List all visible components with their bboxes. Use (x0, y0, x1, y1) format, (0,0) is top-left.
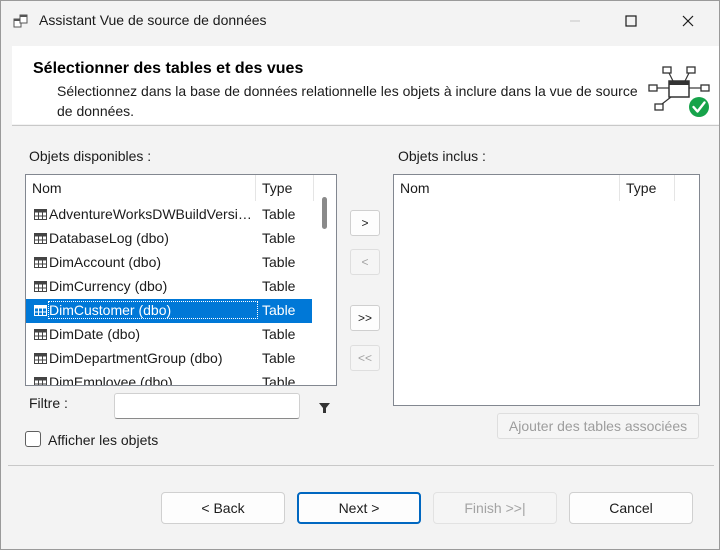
included-objects-label: Objets inclus : (398, 148, 486, 164)
object-name: DimDate (dbo) (49, 326, 141, 342)
filter-label: Filtre : (29, 395, 68, 411)
column-header-name[interactable]: Nom (394, 175, 620, 201)
table-icon (34, 257, 47, 268)
object-type: Table (262, 374, 296, 386)
object-type: Table (262, 326, 296, 342)
object-name: AdventureWorksDWBuildVersion (dbo) (49, 206, 257, 222)
available-objects-label: Objets disponibles : (29, 148, 152, 164)
minimize-button[interactable] (548, 1, 602, 41)
minimize-icon (570, 20, 580, 22)
object-type: Table (262, 350, 296, 366)
show-system-objects-label[interactable]: Afficher les objets (48, 432, 158, 448)
object-type: Table (262, 206, 296, 222)
object-name: DimDepartmentGroup (dbo) (49, 350, 223, 366)
add-selected-button[interactable]: > (350, 210, 380, 236)
list-item[interactable]: AdventureWorksDWBuildVersion (dbo) Table (26, 203, 312, 227)
list-item[interactable]: DimDate (dbo) Table (26, 323, 312, 347)
datasource-view-icon (13, 14, 28, 28)
list-item[interactable]: DatabaseLog (dbo) Table (26, 227, 312, 251)
maximize-icon (625, 15, 637, 27)
network-check-icon (648, 66, 710, 117)
object-name: DimEmployee (dbo) (49, 374, 173, 386)
maximize-button[interactable] (604, 1, 658, 41)
table-icon (34, 353, 47, 364)
object-type: Table (262, 254, 296, 270)
table-icon (34, 305, 47, 316)
column-header-type[interactable]: Type (620, 175, 675, 201)
funnel-icon[interactable] (319, 403, 330, 413)
list-item-selected[interactable]: DimCustomer (dbo) Table (26, 299, 312, 323)
finish-button[interactable]: Finish >>| (433, 492, 557, 524)
list-item[interactable]: DimAccount (dbo) Table (26, 251, 312, 275)
vertical-scrollbar[interactable] (316, 175, 332, 383)
table-icon (34, 329, 47, 340)
scrollbar-thumb[interactable] (322, 197, 327, 229)
footer-divider (8, 465, 714, 466)
object-type: Table (262, 278, 296, 294)
cancel-button[interactable]: Cancel (569, 492, 693, 524)
close-icon (682, 15, 694, 27)
object-name: DimAccount (dbo) (49, 254, 162, 270)
object-type: Table (262, 302, 296, 318)
title-bar[interactable]: Assistant Vue de source de données (1, 1, 719, 41)
table-icon (34, 281, 47, 292)
next-button[interactable]: Next > (297, 492, 421, 524)
header-banner: Sélectionner des tables et des vues Séle… (12, 46, 719, 124)
window-title: Assistant Vue de source de données (39, 12, 267, 28)
column-header-name[interactable]: Nom (26, 175, 256, 201)
column-header-type[interactable]: Type (256, 175, 314, 201)
object-name: DimCustomer (dbo) (48, 301, 258, 319)
table-icon (34, 377, 47, 385)
add-related-tables-button[interactable]: Ajouter des tables associées (497, 413, 699, 439)
list-item[interactable]: DimDepartmentGroup (dbo) Table (26, 347, 312, 371)
table-icon (34, 209, 47, 220)
page-description: Sélectionnez dans la base de données rel… (57, 83, 638, 119)
available-objects-list[interactable]: Nom Type AdventureWorksDWBuildVersion (d… (25, 174, 337, 386)
show-system-objects-checkbox[interactable] (25, 431, 41, 447)
close-button[interactable] (661, 1, 715, 41)
add-all-button[interactable]: >> (350, 305, 380, 331)
page-title: Sélectionner des tables et des vues (33, 60, 304, 77)
remove-all-button[interactable]: << (350, 345, 380, 371)
object-name: DatabaseLog (dbo) (49, 230, 169, 246)
remove-selected-button[interactable]: < (350, 249, 380, 275)
header-divider (12, 125, 719, 126)
list-item[interactable]: DimEmployee (dbo) Table (26, 371, 312, 386)
included-objects-list[interactable]: Nom Type (393, 174, 700, 406)
back-button[interactable]: < Back (161, 492, 285, 524)
filter-input[interactable] (114, 393, 300, 419)
table-icon (34, 233, 47, 244)
object-type: Table (262, 230, 296, 246)
object-name: DimCurrency (dbo) (49, 278, 168, 294)
list-item[interactable]: DimCurrency (dbo) Table (26, 275, 312, 299)
wizard-window: Assistant Vue de source de données Sélec… (0, 0, 720, 550)
